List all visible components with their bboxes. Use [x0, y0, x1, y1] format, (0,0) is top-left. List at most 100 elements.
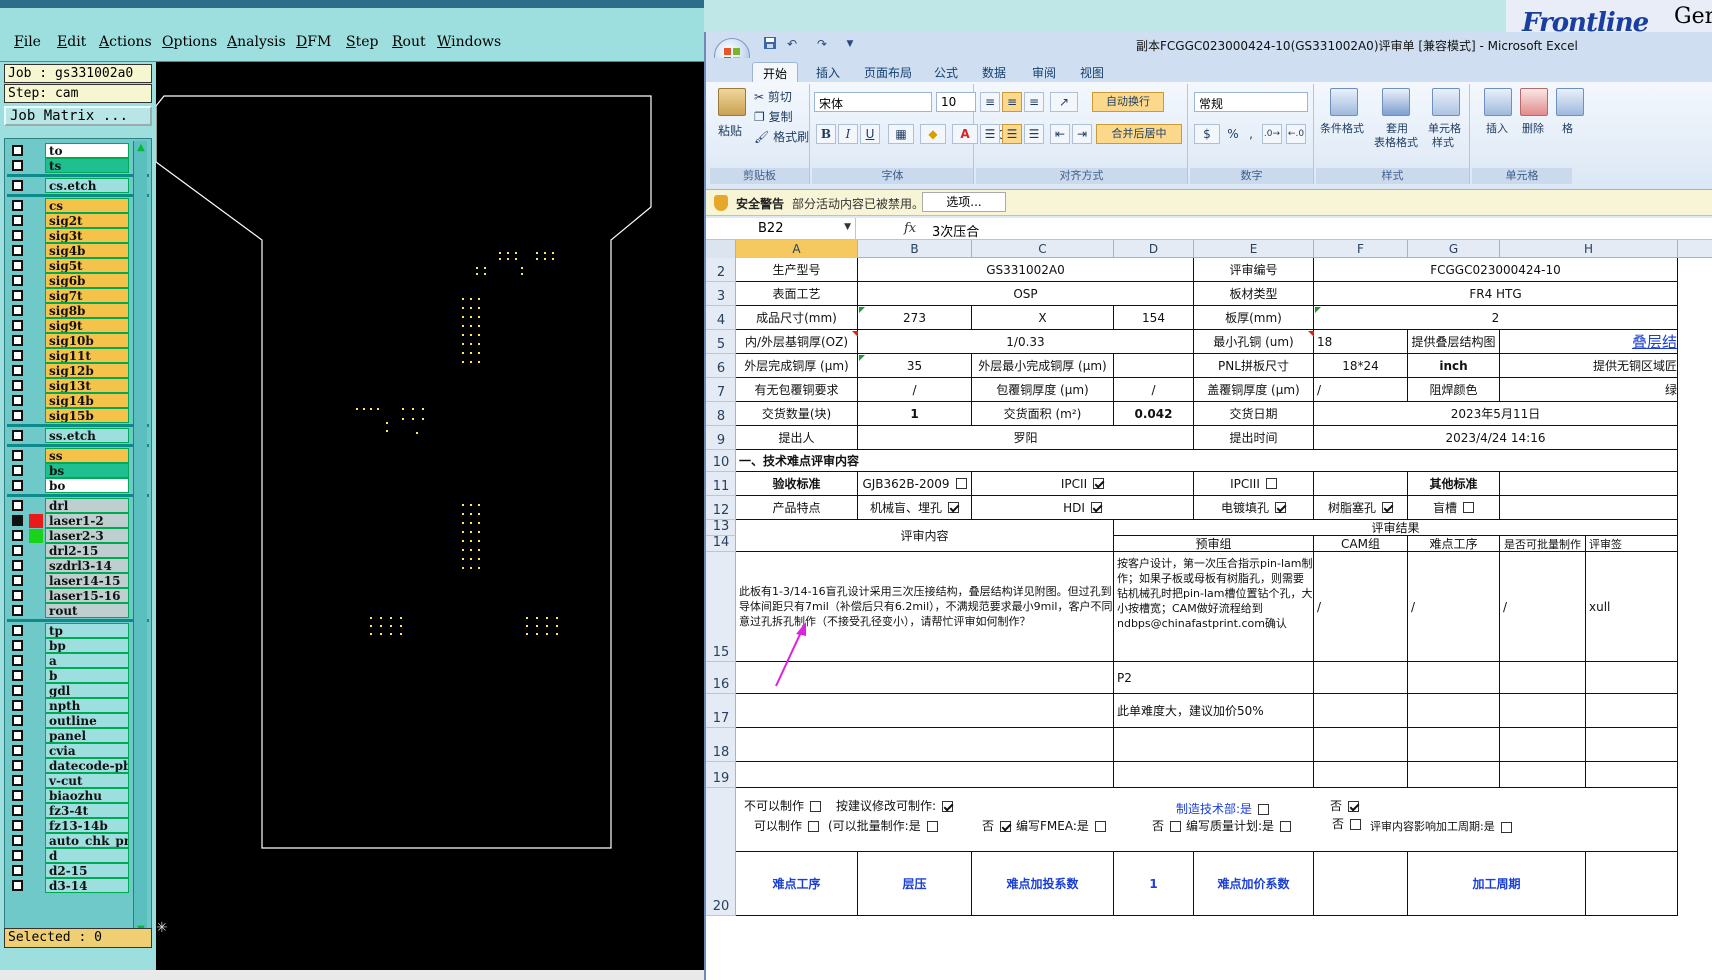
layer-checkbox[interactable] [12, 350, 23, 361]
layer-name[interactable]: d2-15 [45, 863, 129, 878]
align-bottom-button[interactable]: ≡ [1024, 92, 1044, 112]
layer-row-auto_chk_pn[interactable]: auto_chk_pn [7, 833, 129, 848]
feature-blind-slot-checkbox[interactable] [1463, 502, 1474, 513]
fmea-no-checkbox[interactable] [1170, 821, 1182, 832]
conditional-format-button[interactable]: 条件格式 [1320, 120, 1364, 136]
cell-a6[interactable]: 外层完成铜厚 (μm) [736, 354, 858, 378]
layer-checkbox[interactable] [12, 230, 23, 241]
decrease-indent-button[interactable]: ⇤ [1050, 124, 1070, 144]
fx-icon[interactable]: fx [856, 218, 926, 240]
layer-row-ss.etch[interactable]: ss.etch [7, 428, 129, 443]
cell-d4[interactable]: 154 [1114, 306, 1194, 330]
layer-name[interactable]: sig3t [45, 228, 129, 243]
row-header[interactable]: 11 [706, 472, 736, 496]
fmea-yes-checkbox[interactable] [1094, 821, 1106, 832]
layer-name[interactable]: sig15b [45, 408, 129, 423]
delete-cells-icon[interactable] [1520, 88, 1548, 116]
layer-name[interactable]: a [45, 653, 129, 668]
layer-name[interactable]: drl [45, 498, 129, 513]
layer-name[interactable]: sig10b [45, 333, 129, 348]
menu-actions[interactable]: Actions [99, 34, 152, 50]
table-format-icon[interactable] [1382, 88, 1410, 116]
cell-f18[interactable] [1314, 728, 1408, 762]
name-box[interactable]: B22 ▼ [706, 218, 856, 240]
layer-row-bo[interactable]: bo [7, 478, 129, 493]
layer-checkbox[interactable] [12, 545, 23, 556]
column-header-c[interactable]: C [972, 240, 1114, 258]
cell-g5[interactable]: 提供叠层结构图 [1408, 330, 1500, 354]
paste-button[interactable]: 粘贴 [718, 122, 742, 139]
layer-name[interactable]: drl2-15 [45, 543, 129, 558]
layer-checkbox[interactable] [12, 160, 23, 171]
layer-checkbox[interactable] [12, 215, 23, 226]
layer-name[interactable]: v-cut [45, 773, 129, 788]
can-make-checkbox[interactable] [808, 821, 820, 832]
layer-checkbox[interactable] [12, 805, 23, 816]
cell-d8[interactable]: 0.042 [1114, 402, 1194, 426]
layer-name[interactable]: sig13t [45, 378, 129, 393]
italic-button[interactable]: I [838, 124, 858, 144]
layer-name[interactable]: panel [45, 728, 129, 743]
font-name-select[interactable]: 宋体 [814, 92, 932, 112]
feature-hdi-checkbox[interactable] [1090, 502, 1102, 513]
merge-center-button[interactable]: 合并后居中 [1096, 124, 1182, 144]
layer-row-sig9t[interactable]: sig9t [7, 318, 129, 333]
spreadsheet-grid[interactable]: A B C D E F G H 2 3 4 5 6 7 8 9 10 11 12 13 14 15 16 17… [706, 240, 1712, 980]
table-format-label-2[interactable]: 表格格式 [1374, 134, 1418, 150]
percent-button[interactable]: % [1224, 124, 1242, 144]
menu-step[interactable]: Step [346, 34, 378, 50]
layer-name[interactable]: rout [45, 603, 129, 618]
cell-f19[interactable] [1314, 762, 1408, 788]
column-header-d[interactable]: D [1114, 240, 1194, 258]
cell-b5[interactable]: 1/0.33 [858, 330, 1194, 354]
menu-dfm[interactable]: DFM [296, 34, 331, 50]
cell-a18[interactable] [736, 728, 1114, 762]
quality-plan-no-checkbox[interactable] [1350, 819, 1362, 830]
batch-make-no-checkbox[interactable] [1000, 821, 1012, 832]
layer-name[interactable]: bs [45, 463, 129, 478]
currency-button[interactable]: $ [1194, 124, 1220, 144]
cell-a12[interactable]: 产品特点 [736, 496, 858, 520]
batch-production-header[interactable]: 是否可批量制作 [1500, 536, 1586, 552]
cell-g18[interactable] [1408, 728, 1500, 762]
layer-row-sig5t[interactable]: sig5t [7, 258, 129, 273]
cell-d6[interactable] [1114, 354, 1194, 378]
cell-g6[interactable]: inch [1408, 354, 1500, 378]
layer-checkbox[interactable] [12, 465, 23, 476]
layer-checkbox[interactable] [12, 365, 23, 376]
cell-e8[interactable]: 交货日期 [1194, 402, 1314, 426]
board-view[interactable] [156, 62, 704, 970]
cell-h5-link[interactable]: 叠层结 [1500, 330, 1678, 354]
conditional-format-icon[interactable] [1330, 88, 1358, 116]
layer-list-scrollbar[interactable]: ▲ ▼ [133, 141, 147, 937]
row-header[interactable]: 7 [706, 378, 736, 402]
difficult-process-header[interactable]: 难点工序 [1408, 536, 1500, 552]
layer-name[interactable]: szdrl3-14 [45, 558, 129, 573]
row-header[interactable]: 5 [706, 330, 736, 354]
row-header[interactable]: 8 [706, 402, 736, 426]
layer-checkbox[interactable] [12, 275, 23, 286]
cell-c6[interactable]: 外层最小完成铜厚 (μm) [972, 354, 1114, 378]
layer-row-drl2-15[interactable]: drl2-15 [7, 543, 129, 558]
cell-a11[interactable]: 验收标准 [736, 472, 858, 496]
bold-button[interactable]: B [816, 124, 836, 144]
layer-checkbox[interactable] [12, 305, 23, 316]
layer-row-sig12b[interactable]: sig12b [7, 363, 129, 378]
wrap-text-button[interactable]: 自动换行 [1092, 92, 1164, 112]
comma-button[interactable]: , [1244, 124, 1258, 144]
layer-checkbox[interactable] [12, 500, 23, 511]
cell-g16[interactable] [1408, 662, 1500, 694]
cell-a5[interactable]: 内/外层基铜厚(OZ) [736, 330, 858, 354]
layer-name[interactable]: sig6b [45, 273, 129, 288]
layer-name[interactable]: cs [45, 198, 129, 213]
layer-row-ts[interactable]: ts [7, 158, 129, 173]
cell-h19[interactable] [1500, 762, 1586, 788]
layer-name[interactable]: cvia [45, 743, 129, 758]
cell-f2[interactable]: FCGGC023000424-10 [1314, 258, 1678, 282]
layer-checkbox[interactable] [12, 180, 23, 191]
row-header[interactable]: 20 [706, 788, 736, 916]
cell-g15[interactable]: / [1408, 552, 1500, 662]
standard-ipcii-checkbox[interactable] [1093, 478, 1105, 489]
layer-checkbox[interactable] [12, 700, 23, 711]
cell-b2[interactable]: GS331002A0 [858, 258, 1194, 282]
